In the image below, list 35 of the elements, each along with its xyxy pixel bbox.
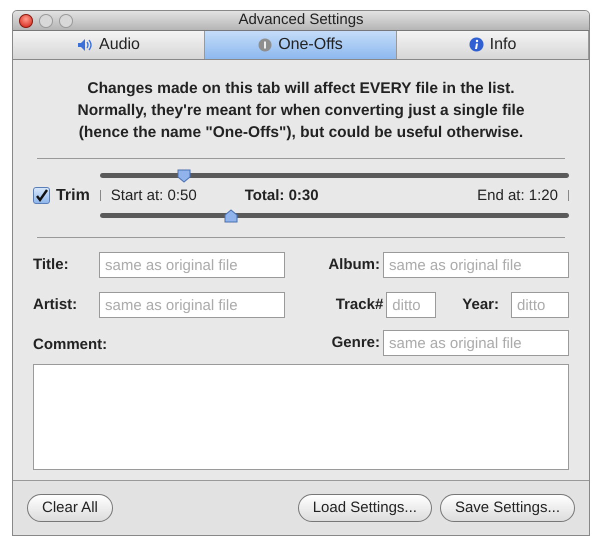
info-icon (468, 37, 484, 52)
checkbox[interactable] (33, 187, 50, 204)
push-button[interactable]: Save Settings... (440, 494, 575, 522)
field-label: Year: (462, 294, 499, 315)
badge-icon (258, 38, 272, 52)
text-field[interactable]: same as original file (99, 292, 285, 318)
field-label: Comment: (33, 334, 108, 354)
field-label: Title: (33, 254, 70, 275)
trim-slider[interactable] (100, 168, 569, 182)
field-label: Artist: (33, 294, 78, 315)
window-title: Advanced Settings (238, 11, 364, 30)
description-text: Changes made on this tab will affect EVERY file in the list. Normally, they're meant for when converting just a single file (hence the name "One-Offs"), but could be useful otherwise. (76, 78, 526, 142)
tab[interactable]: Audio (13, 31, 205, 58)
text-field[interactable]: same as original file (99, 252, 285, 278)
tab[interactable]: Info (397, 31, 589, 58)
text-field[interactable]: same as original file (383, 252, 569, 278)
text-field[interactable]: same as original file (383, 330, 569, 356)
end-time: End at: 1:20 (477, 186, 558, 206)
field-label: Album: (328, 254, 380, 275)
total-time: Total: 0:30 (244, 186, 319, 206)
speaker-icon (77, 38, 94, 52)
field-label: Track# (336, 294, 384, 315)
slider-thumb[interactable] (177, 168, 192, 182)
field-label: Genre: (332, 332, 380, 353)
trim-slider[interactable] (100, 209, 569, 223)
push-button[interactable]: Clear All (27, 494, 113, 522)
text-field[interactable]: ditto (511, 292, 569, 318)
start-time: Start at: 0:50 (110, 186, 197, 206)
close-button[interactable] (19, 14, 33, 28)
text-field[interactable]: ditto (386, 292, 436, 318)
trim-label: Trim (56, 186, 90, 206)
comment-field[interactable] (33, 364, 569, 470)
tab[interactable]: One-Offs (205, 31, 397, 58)
push-button[interactable]: Load Settings... (298, 494, 432, 522)
slider-thumb[interactable] (224, 209, 238, 223)
